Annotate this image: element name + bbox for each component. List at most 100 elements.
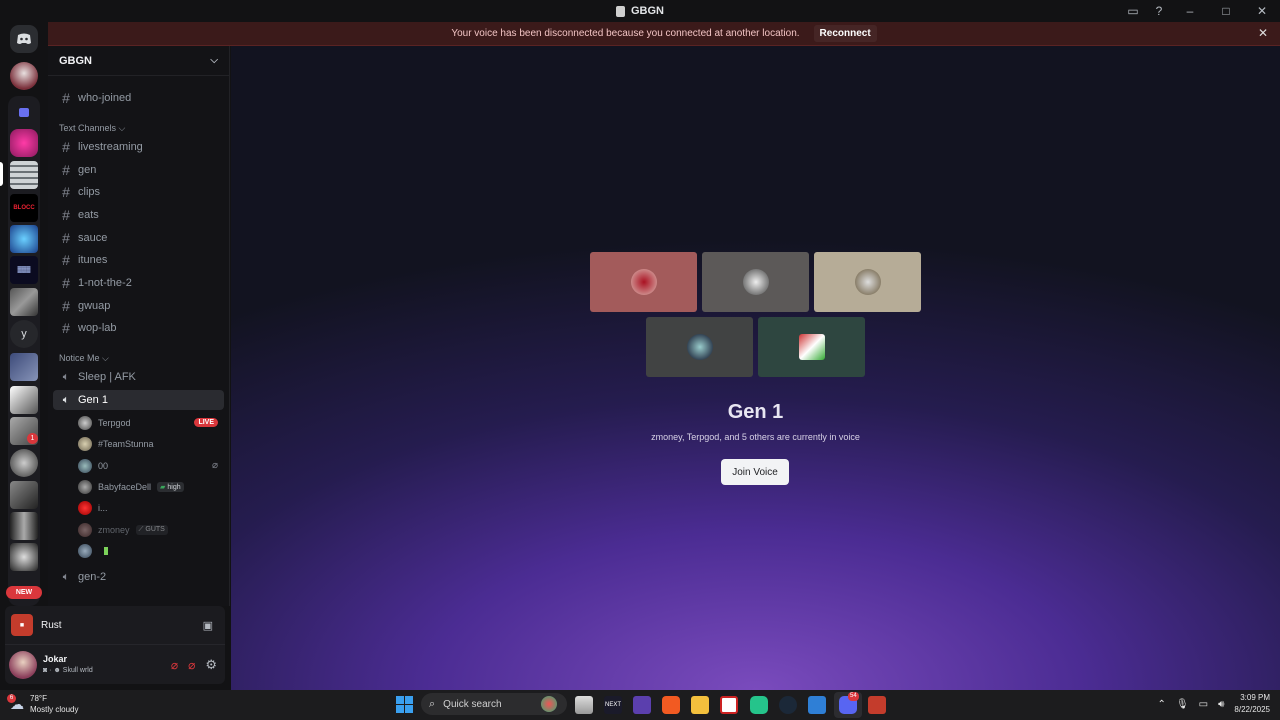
weather-widget[interactable]: ☁ 6 78°F Mostly cloudy [7,693,79,715]
server-icon-text[interactable]: y [10,320,38,348]
screen-share-icon[interactable]: ▣ [203,619,213,632]
server-list: BLOCC ▓▓▓ y 1 NEW [0,22,48,690]
participant-tile[interactable] [646,317,753,377]
hash-icon: # [62,162,70,178]
participant-tile[interactable] [702,252,809,312]
maximize-button[interactable]: □ [1208,0,1244,22]
participant-tile[interactable] [590,252,697,312]
voice-user[interactable]: zmoney ⟋ GUTS [78,520,224,539]
hash-icon: # [62,298,70,314]
activity-panel[interactable]: ■ Rust ▣ [5,606,225,644]
channel-itunes[interactable]: # itunes [53,250,224,270]
voice-user[interactable]: Terpgod LIVE [78,413,224,432]
hash-icon: # [62,252,70,268]
channel-sauce[interactable]: # sauce [53,228,224,248]
user-status: ◙ · ☻ Skull wrld [43,666,93,674]
volume-icon[interactable]: 🔊︎ [1218,699,1224,710]
server-icon[interactable] [10,62,38,90]
task-view-icon[interactable] [575,696,593,714]
clock[interactable]: 3:09 PM 8/22/2025 [1234,692,1270,716]
window-title: GBGN [616,5,664,17]
minimize-button[interactable]: – [1172,0,1208,22]
voice-user[interactable]: #TeamStunna [78,434,224,453]
server-icon[interactable] [10,129,38,157]
server-header[interactable]: GBGN ⌵ [48,46,229,76]
participant-tile[interactable] [758,317,865,377]
voice-user[interactable]: 00 ⌀ [78,456,224,475]
speaker-icon: 🔈︎ [62,570,70,583]
file-explorer-icon[interactable] [691,696,709,714]
start-button[interactable] [396,696,413,713]
participant-tile[interactable] [814,252,921,312]
chat-app-icon[interactable] [750,696,768,714]
rust-game-icon: ■ [11,614,33,636]
avatar [854,269,881,295]
remote-desktop-icon[interactable] [808,696,826,714]
channel-livestreaming[interactable]: # livestreaming [53,137,224,157]
join-voice-button[interactable]: Join Voice [721,459,789,485]
server-name: GBGN [59,54,92,67]
voice-channel-gen-1[interactable]: 🔈︎ Gen 1 [53,390,224,410]
voice-channel-gen-2[interactable]: 🔈︎ gen-2 [53,567,224,587]
cloud-icon: ☁ 6 [7,693,24,713]
server-icon[interactable] [10,225,38,253]
hash-icon: # [62,230,70,246]
reconnect-button[interactable]: Reconnect [813,25,877,42]
avatar [78,458,92,473]
server-icon[interactable]: BLOCC [10,194,38,222]
voice-channel-sleep-afk[interactable]: 🔈︎ Sleep | AFK [53,367,224,387]
gear-icon[interactable]: ⚙ [205,657,217,673]
help-icon[interactable]: ? [1146,0,1172,22]
microphone-icon[interactable]: 🎙︎ [1176,699,1189,710]
discord-home-icon[interactable] [10,25,38,53]
voice-user[interactable] [78,541,224,560]
channel-1-not-the-2[interactable]: #1-not-the-2 [53,273,224,293]
avatar [798,334,825,360]
channel-eats[interactable]: # eats [53,205,224,225]
server-icon[interactable]: ▓▓▓ [10,256,38,284]
voice-app-icon[interactable] [720,696,738,714]
server-icon[interactable] [10,481,38,509]
next-app-icon[interactable]: NEXT [604,696,622,714]
voice-user[interactable]: i... [78,498,224,517]
folder-icon[interactable] [10,98,38,126]
channel-clips[interactable]: # clips [53,182,224,202]
chevron-down-icon: ⌵ [210,55,218,66]
steam-icon[interactable] [779,696,797,714]
server-icon[interactable] [10,386,38,414]
search-highlight-icon [541,696,557,712]
network-icon[interactable]: ▭ [1199,699,1208,710]
rust-icon[interactable] [868,696,886,714]
weather-condition: Mostly cloudy [30,705,79,714]
inbox-icon[interactable]: ▭ [1120,0,1146,22]
username: Jokar [43,653,68,664]
channel-wop-lab[interactable]: # wop-lab [53,318,224,338]
channel-gen[interactable]: # gen [53,160,224,180]
category-text-channels[interactable]: Text Channels ⌵ [59,123,125,134]
new-badge[interactable]: NEW [6,586,42,599]
avatar[interactable] [9,650,37,679]
date: 8/22/2025 [1234,705,1270,714]
chevron-up-icon[interactable]: ⌃ [1158,699,1166,710]
mute-mic-icon[interactable]: ⌀ [171,658,178,672]
channel-who-joined[interactable]: # who-joined [53,88,224,108]
user-info[interactable]: Jokar ◙ · ☻ Skull wrld [43,654,165,676]
server-icon[interactable] [10,543,38,571]
voice-user[interactable]: BabyfaceDell ▰ high [78,477,224,496]
brave-browser-icon[interactable] [662,696,680,714]
hash-icon: # [62,207,70,223]
server-icon[interactable] [10,449,38,477]
server-icon[interactable] [10,288,38,316]
banner-message: Your voice has been disconnected because… [451,28,800,39]
close-banner-icon[interactable]: ✕ [1258,26,1268,40]
deafen-icon[interactable]: ⌀ [188,658,195,672]
category-notice-me[interactable]: Notice Me ⌵ [59,353,109,364]
visual-studio-icon[interactable] [633,696,651,714]
server-icon[interactable] [10,512,38,540]
search-box[interactable]: ⌕ Quick search [421,693,567,715]
channel-gwuap[interactable]: # gwuap [53,296,224,316]
avatar [78,522,92,537]
close-window-button[interactable]: ✕ [1244,0,1280,22]
server-icon[interactable] [10,353,38,381]
server-icon[interactable] [10,161,38,189]
